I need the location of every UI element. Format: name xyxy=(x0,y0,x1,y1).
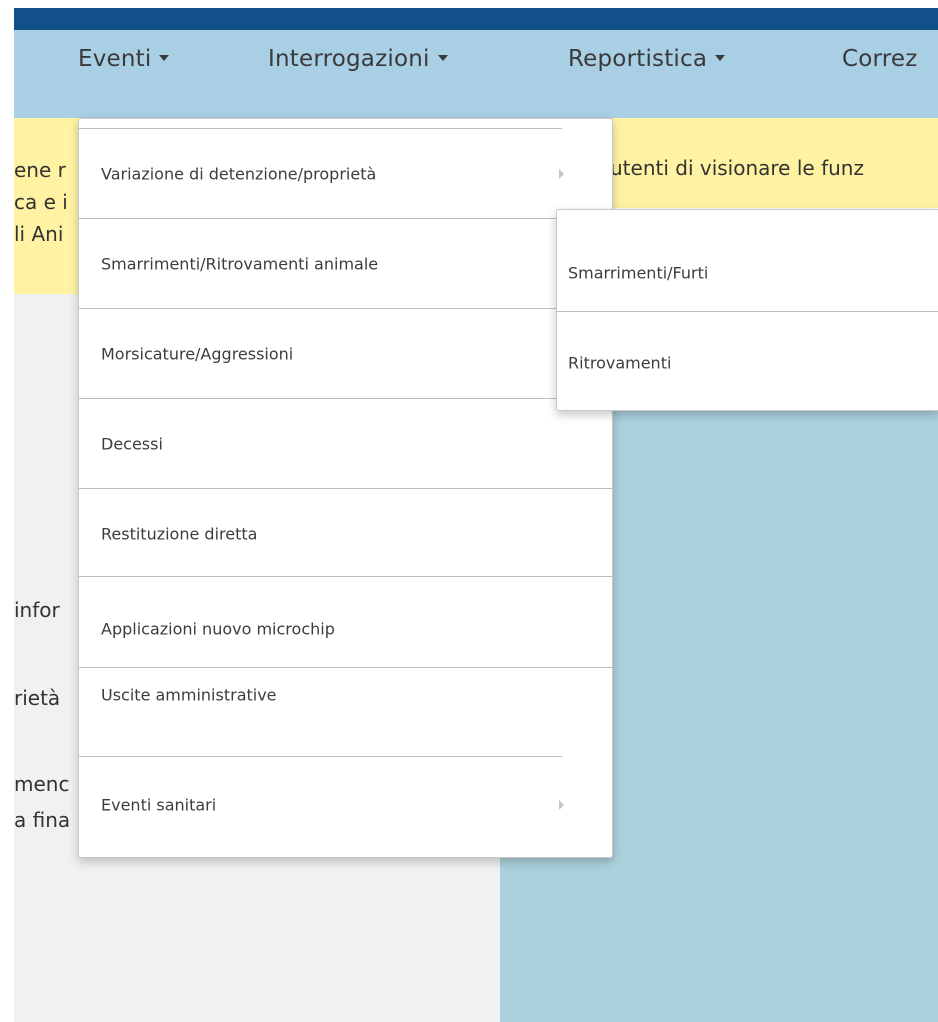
caret-down-icon xyxy=(437,54,448,61)
nav-reportistica[interactable]: Reportistica xyxy=(568,46,726,72)
main-navbar xyxy=(14,30,938,118)
nav-interrogazioni-label: Interrogazioni xyxy=(268,46,430,72)
menu-item-label: Variazione di detenzione/proprietà xyxy=(101,164,377,183)
caret-down-icon xyxy=(715,54,726,61)
content-text: infor xyxy=(14,598,60,622)
menu-item-morsicature[interactable]: Morsicature/Aggressioni xyxy=(79,309,612,398)
notice-text: li Ani xyxy=(14,222,64,246)
notice-banner-left: ene r ca e i li Ani xyxy=(14,118,80,294)
menu-item-uscite-amministrative[interactable]: Uscite amministrative xyxy=(79,650,612,739)
nav-interrogazioni[interactable]: Interrogazioni xyxy=(268,46,448,72)
menu-item-label: Smarrimenti/Ritrovamenti animale xyxy=(101,254,379,273)
submenu-item-ritrovamenti[interactable]: Ritrovamenti xyxy=(557,318,938,408)
nav-correz[interactable]: Correz xyxy=(842,46,918,72)
menu-divider xyxy=(79,756,562,757)
menu-item-restituzione-diretta[interactable]: Restituzione diretta xyxy=(79,489,612,578)
submenu-item-label: Ritrovamenti xyxy=(568,353,672,373)
menu-item-label: Uscite amministrative xyxy=(101,685,277,704)
menu-item-label: Decessi xyxy=(101,434,163,453)
menu-item-decessi[interactable]: Decessi xyxy=(79,399,612,488)
content-text: a fina xyxy=(14,808,71,832)
menu-item-eventi-sanitari[interactable]: Eventi sanitari xyxy=(79,760,612,849)
nav-eventi[interactable]: Eventi xyxy=(78,46,170,72)
menu-divider xyxy=(79,576,612,577)
notice-text: utenti di visionare le funz xyxy=(610,156,864,180)
menu-item-label: Restituzione diretta xyxy=(101,524,258,543)
menu-divider xyxy=(557,311,938,312)
submenu-item-smarrimenti-furti[interactable]: Smarrimenti/Furti xyxy=(557,228,938,318)
eventi-dropdown-menu: Variazione di detenzione/proprietà Smarr… xyxy=(78,118,613,858)
menu-item-smarrimenti-ritrovamenti[interactable]: Smarrimenti/Ritrovamenti animale xyxy=(79,219,612,308)
nav-eventi-label: Eventi xyxy=(78,46,152,72)
nav-reportistica-label: Reportistica xyxy=(568,46,708,72)
caret-down-icon xyxy=(159,54,170,61)
nav-correz-label: Correz xyxy=(842,46,918,72)
content-text: menc xyxy=(14,772,70,796)
submenu-item-label: Smarrimenti/Furti xyxy=(568,263,709,283)
chevron-right-icon xyxy=(559,799,564,810)
notice-text: ene r xyxy=(14,158,66,182)
menu-item-label: Morsicature/Aggressioni xyxy=(101,344,294,363)
notice-text: ca e i xyxy=(14,190,68,214)
smarrimenti-submenu: Smarrimenti/Furti Ritrovamenti xyxy=(556,209,938,411)
menu-item-label: Eventi sanitari xyxy=(101,795,217,814)
menu-item-variazione-detenzione[interactable]: Variazione di detenzione/proprietà xyxy=(79,129,612,218)
menu-item-label: Applicazioni nuovo microchip xyxy=(101,619,335,638)
notice-banner-right: utenti di visionare le funz xyxy=(610,118,938,208)
chevron-right-icon xyxy=(559,168,564,179)
top-header-bar xyxy=(14,8,938,30)
content-text: rietà xyxy=(14,686,61,710)
